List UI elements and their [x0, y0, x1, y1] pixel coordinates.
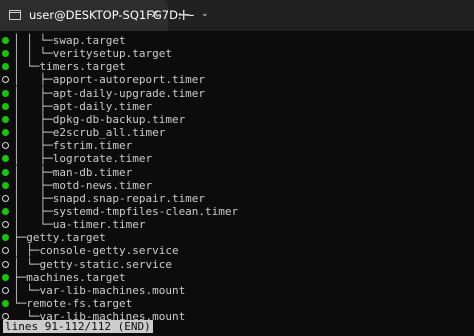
active-status-dot-icon: [2, 234, 9, 242]
tab-title: user@DESKTOP-SQ1FG7D: ~: [29, 8, 196, 22]
active-status-dot-icon: [2, 37, 9, 44]
tab-bar: user@DESKTOP-SQ1FG7D: ~ ✕ + ⌄: [0, 0, 474, 31]
pager-status-line: lines 91-112/112 (END): [3, 320, 153, 333]
unit-tree-line: │ ├─snapd.snap-repair.timer: [0, 192, 474, 205]
close-icon[interactable]: ✕: [150, 7, 160, 21]
active-status-dot-icon: [2, 102, 9, 110]
unit-tree-text: │ ├─apt-daily.timer: [13, 99, 153, 113]
unit-tree-text: └─remote-fs.target: [13, 297, 133, 310]
active-status-dot-icon: [2, 50, 9, 58]
unit-tree-text: ├─machines.target: [13, 270, 126, 284]
unit-tree-text: ├─getty.target: [13, 231, 106, 245]
unit-tree-line: │ └─timers.target: [0, 60, 474, 73]
unit-tree-text: │ ├─fstrim.timer: [13, 139, 133, 153]
inactive-status-dot-icon: [2, 142, 9, 150]
unit-tree-line: └─remote-fs.target: [0, 297, 474, 310]
active-status-dot-icon: [2, 63, 9, 71]
unit-tree-line: │ ├─logrotate.timer: [0, 152, 474, 165]
unit-tree-text: │ │ └─veritysetup.target: [13, 47, 172, 61]
terminal-tab[interactable]: user@DESKTOP-SQ1FG7D: ~ ✕: [0, 0, 195, 31]
unit-tree-line: ├─machines.target: [0, 271, 474, 284]
unit-tree-text: │ ├─e2scrub_all.timer: [13, 126, 166, 140]
active-status-dot-icon: [2, 89, 9, 97]
active-status-dot-icon: [2, 115, 9, 123]
inactive-status-dot-icon: [2, 247, 9, 255]
terminal-window: user@DESKTOP-SQ1FG7D: ~ ✕ + ⌄ │ │ └─swap…: [0, 0, 474, 336]
unit-tree-line: │ ├─e2scrub_all.timer: [0, 126, 474, 139]
unit-tree-line: │ │ └─swap.target: [0, 34, 474, 47]
unit-tree-text: │ ├─man-db.timer: [13, 165, 133, 179]
active-status-dot-icon: [2, 300, 9, 307]
unit-tree-line: │ ├─systemd-tmpfiles-clean.timer: [0, 205, 474, 218]
unit-tree-text: │ ├─logrotate.timer: [13, 152, 153, 166]
unit-tree-text: │ ├─dpkg-db-backup.timer: [13, 112, 186, 126]
unit-tree-text: │ └─timers.target: [13, 60, 126, 74]
inactive-status-dot-icon: [2, 76, 9, 84]
inactive-status-dot-icon: [2, 260, 9, 268]
unit-tree-line: │ ├─dpkg-db-backup.timer: [0, 113, 474, 126]
terminal-output[interactable]: │ │ └─swap.target │ │ └─veritysetup.targe…: [0, 31, 474, 336]
active-status-dot-icon: [2, 181, 9, 189]
unit-tree-text: │ └─var-lib-machines.mount: [13, 283, 186, 297]
unit-tree-line: │ │ └─veritysetup.target: [0, 47, 474, 60]
unit-tree-line: │ ├─fstrim.timer: [0, 139, 474, 152]
inactive-status-dot-icon: [2, 286, 9, 294]
unit-tree-text: │ ├─apport-autoreport.timer: [13, 73, 206, 87]
unit-tree-line: │ ├─motd-news.timer: [0, 179, 474, 192]
unit-tree-text: │ ├─systemd-tmpfiles-clean.timer: [13, 204, 239, 218]
active-status-dot-icon: [2, 168, 9, 176]
unit-tree-line: │ ├─apt-daily.timer: [0, 100, 474, 113]
unit-tree-line: │ └─var-lib-machines.mount: [0, 284, 474, 297]
unit-tree-line: │ ├─console-getty.service: [0, 244, 474, 257]
unit-tree-line: │ └─getty-static.service: [0, 258, 474, 271]
unit-tree-text: │ ├─console-getty.service: [13, 244, 179, 258]
active-status-dot-icon: [2, 273, 9, 281]
unit-tree-text: │ └─ua-timer.timer: [13, 218, 146, 232]
inactive-status-dot-icon: [2, 194, 9, 202]
terminal-icon: [9, 10, 21, 20]
unit-tree-line: ├─getty.target: [0, 231, 474, 244]
unit-tree-text: │ │ └─swap.target: [13, 34, 126, 47]
unit-tree-text: │ ├─snapd.snap-repair.timer: [13, 191, 206, 205]
unit-tree-line: │ ├─man-db.timer: [0, 166, 474, 179]
chevron-down-icon[interactable]: ⌄: [201, 9, 209, 19]
unit-tree-line: │ └─ua-timer.timer: [0, 218, 474, 231]
unit-tree-line: │ ├─apport-autoreport.timer: [0, 73, 474, 86]
unit-tree-text: │ ├─motd-news.timer: [13, 178, 153, 192]
unit-tree-text: │ ├─apt-daily-upgrade.timer: [13, 86, 206, 100]
active-status-dot-icon: [2, 155, 9, 163]
new-tab-button[interactable]: +: [177, 5, 190, 24]
active-status-dot-icon: [2, 129, 9, 137]
inactive-status-dot-icon: [2, 221, 9, 229]
active-status-dot-icon: [2, 207, 9, 215]
unit-tree-line: │ ├─apt-daily-upgrade.timer: [0, 87, 474, 100]
unit-tree-text: │ └─getty-static.service: [13, 257, 172, 271]
